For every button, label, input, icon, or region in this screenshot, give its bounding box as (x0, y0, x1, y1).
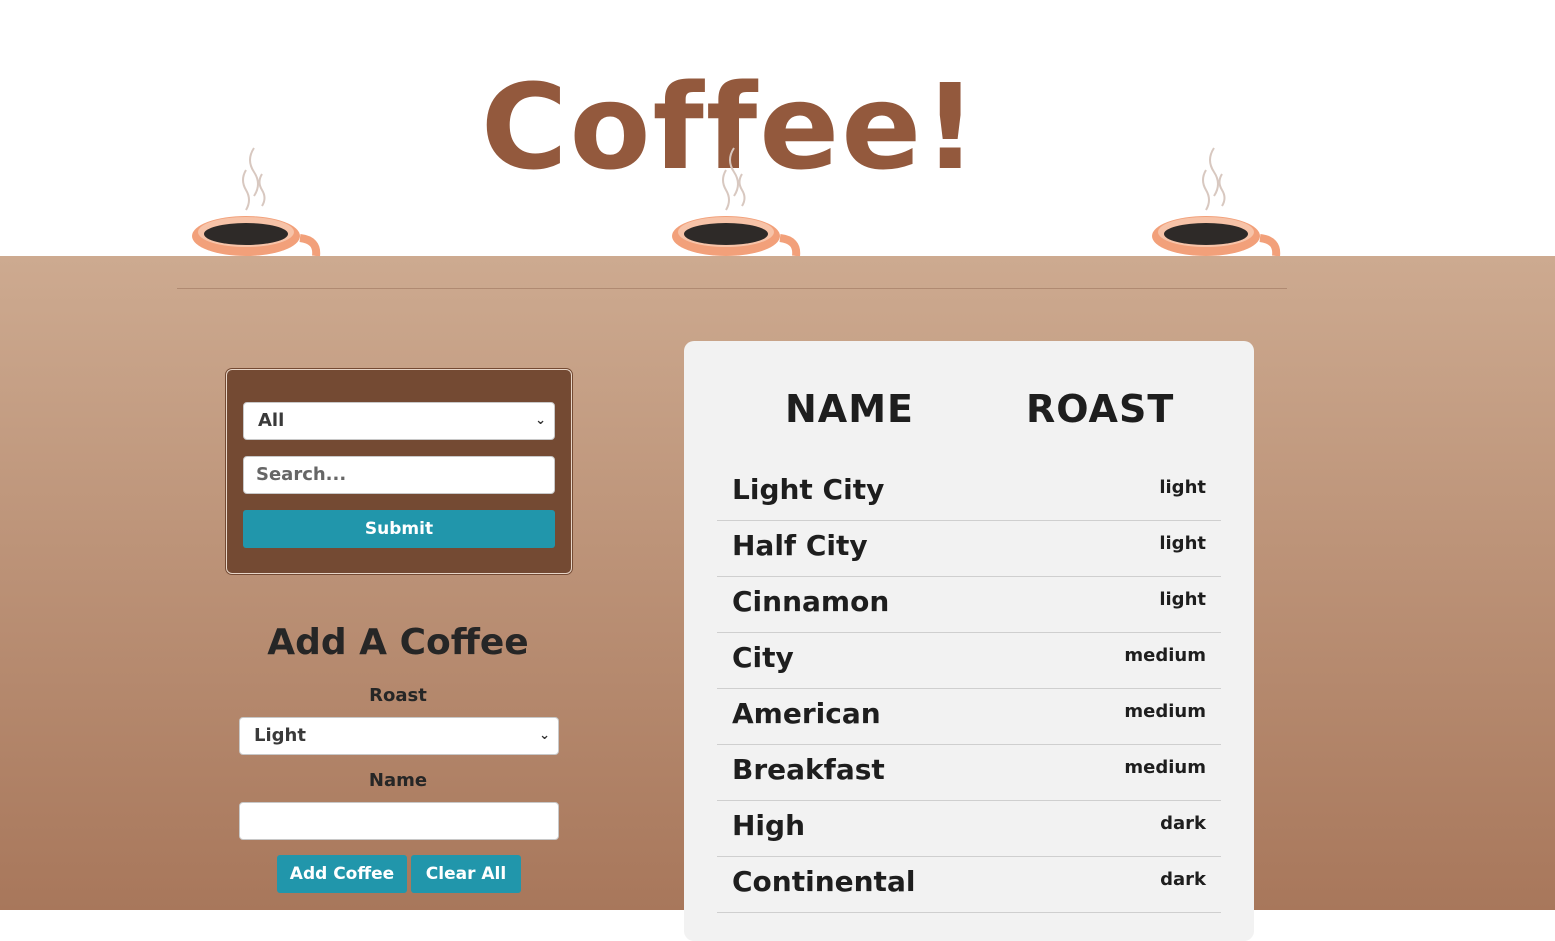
coffee-name: American (732, 697, 881, 730)
roast-filter-select[interactable]: All ⌄ (243, 402, 555, 440)
add-coffee-heading: Add A Coffee (267, 622, 529, 663)
coffee-table: NAME ROAST Light City light Half City light… (684, 341, 1254, 941)
table-row: Breakfast medium (717, 745, 1221, 801)
main-content: All ⌄ Search... Submit Add A Coffee Roas… (0, 256, 1555, 941)
coffee-name: High (732, 809, 806, 842)
coffee-roast: medium (1124, 757, 1206, 778)
coffee-roast: dark (1160, 813, 1206, 834)
search-placeholder: Search... (256, 464, 347, 485)
submit-button[interactable]: Submit (243, 510, 555, 548)
column-header-roast: ROAST (1026, 387, 1175, 431)
table-row: City medium (717, 633, 1221, 689)
coffee-roast: light (1159, 477, 1206, 498)
roast-select[interactable]: Light ⌄ (239, 717, 559, 755)
chevron-down-icon: ⌄ (539, 728, 550, 743)
coffee-roast: medium (1124, 701, 1206, 722)
roast-label: Roast (369, 685, 427, 706)
coffee-name: Cinnamon (732, 585, 890, 618)
coffee-cup-icon (672, 147, 801, 256)
coffee-roast: dark (1160, 869, 1206, 890)
name-input[interactable] (239, 802, 559, 840)
coffee-cup-icon (1152, 147, 1281, 256)
coffee-name: Continental (732, 865, 916, 898)
coffee-roast: light (1159, 533, 1206, 554)
table-row: American medium (717, 689, 1221, 745)
coffee-name: Half City (732, 529, 868, 562)
coffee-roast: light (1159, 589, 1206, 610)
coffee-roast: medium (1124, 645, 1206, 666)
table-row: Light City light (717, 465, 1221, 521)
filter-panel: All ⌄ Search... Submit (226, 369, 572, 574)
table-row: Cinnamon light (717, 577, 1221, 633)
table-row: Continental dark (717, 857, 1221, 913)
column-header-name: NAME (785, 387, 914, 431)
roast-select-value: Light (254, 725, 306, 746)
coffee-list: Light City light Half City light Cinnamon lig… (717, 465, 1221, 913)
coffee-cup-icon (192, 147, 321, 256)
coffee-name: Light City (732, 473, 885, 506)
coffee-name: Breakfast (732, 753, 885, 786)
divider (177, 288, 1287, 289)
page-header: Coffee! (0, 0, 1555, 256)
name-label: Name (368, 770, 428, 791)
add-coffee-button[interactable]: Add Coffee (277, 855, 407, 893)
table-row: High dark (717, 801, 1221, 857)
roast-filter-value: All (258, 410, 285, 431)
coffee-name: City (732, 641, 794, 674)
table-row: Half City light (717, 521, 1221, 577)
clear-all-button[interactable]: Clear All (411, 855, 521, 893)
chevron-down-icon: ⌄ (535, 413, 546, 428)
search-input[interactable]: Search... (243, 456, 555, 494)
